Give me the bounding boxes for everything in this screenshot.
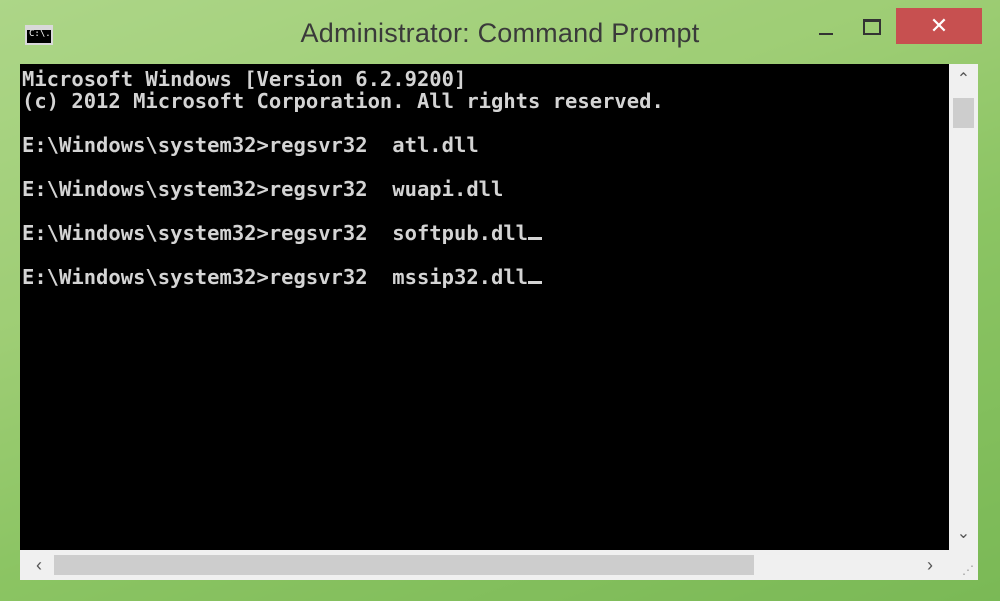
minimize-button[interactable]	[804, 8, 848, 44]
resize-corner[interactable]: ⋰	[949, 550, 978, 580]
scroll-up-icon[interactable]: ⌃	[949, 66, 978, 94]
console-line-with-cursor: E:\Windows\system32>regsvr32 softpub.dll	[22, 222, 949, 244]
vertical-scrollbar[interactable]: ⌃ ⌄	[949, 64, 978, 550]
scroll-right-icon[interactable]: ›	[915, 550, 945, 580]
close-icon: ✕	[929, 13, 949, 38]
resize-grip-icon[interactable]: ⋰	[962, 564, 974, 576]
maximize-icon	[863, 18, 881, 35]
scroll-left-icon[interactable]: ‹	[24, 550, 54, 580]
minimize-icon	[819, 32, 833, 35]
horizontal-scrollbar[interactable]: ‹ ›	[20, 550, 949, 580]
maximize-button[interactable]	[850, 8, 894, 44]
console-output[interactable]: Microsoft Windows [Version 6.2.9200] (c)…	[20, 64, 949, 550]
console-line: E:\Windows\system32>regsvr32 atl.dll	[22, 133, 479, 157]
text-cursor	[528, 237, 543, 240]
console-line-text: E:\Windows\system32>regsvr32 softpub.dll	[22, 221, 529, 245]
close-button[interactable]: ✕	[896, 8, 982, 44]
console-line-text: E:\Windows\system32>regsvr32 mssip32.dll	[22, 265, 529, 289]
console-line-with-cursor: E:\Windows\system32>regsvr32 mssip32.dll	[22, 266, 949, 288]
console-line: (c) 2012 Microsoft Corporation. All righ…	[22, 89, 664, 113]
console-line: Microsoft Windows [Version 6.2.9200]	[22, 67, 467, 91]
command-prompt-window: C:\. Administrator: Command Prompt ✕ Mic…	[0, 0, 1000, 601]
title-bar[interactable]: C:\. Administrator: Command Prompt ✕	[0, 0, 1000, 64]
text-cursor	[528, 281, 543, 284]
horizontal-scroll-thumb[interactable]	[54, 555, 754, 575]
scroll-down-icon[interactable]: ⌄	[949, 520, 978, 548]
vertical-scroll-thumb[interactable]	[953, 98, 974, 128]
console-line: E:\Windows\system32>regsvr32 wuapi.dll	[22, 177, 504, 201]
